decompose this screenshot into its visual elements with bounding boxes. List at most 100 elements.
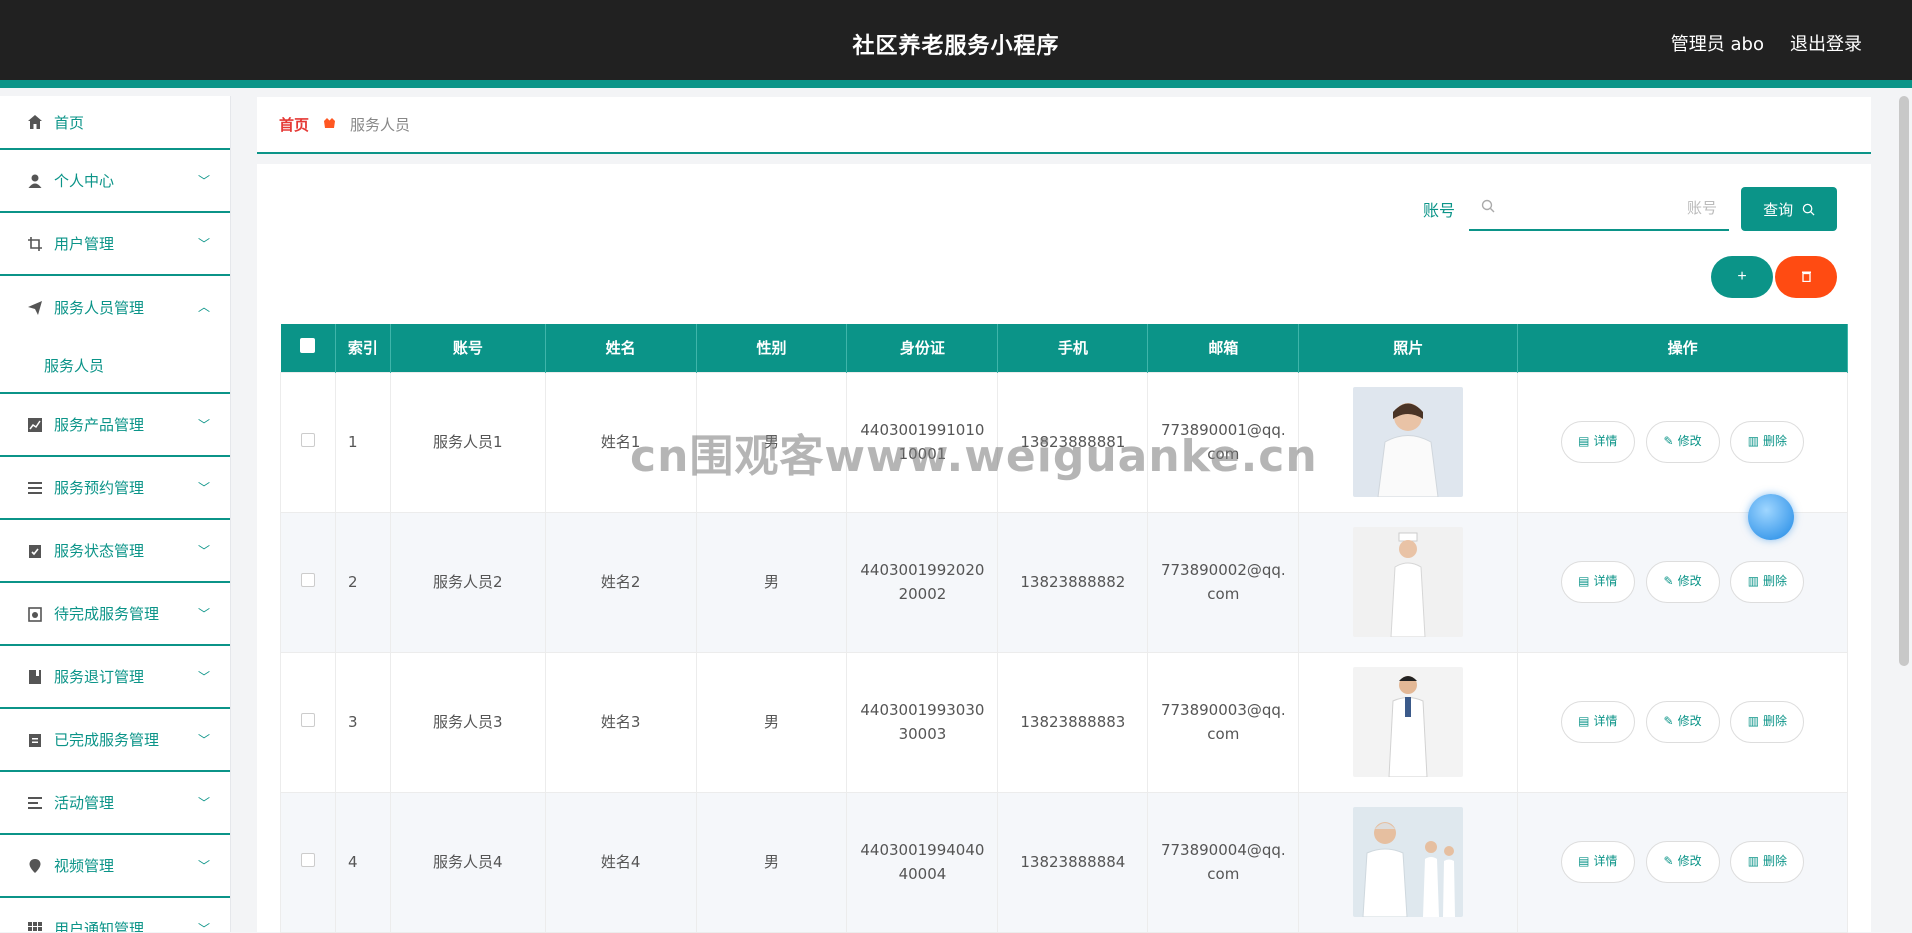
cell-photo [1298,371,1519,513]
sidebar-item-personal[interactable]: 个人中心 ﹀ [0,150,230,213]
sidebar-item-completed[interactable]: 已完成服务管理 ﹀ [0,709,230,772]
col-header: 照片 [1298,324,1519,372]
cell-id-card: 440300199202020002 [846,511,999,653]
detail-button[interactable]: ▤ 详情 [1560,561,1635,603]
add-button[interactable]: + [1711,256,1773,298]
col-header: 身份证 [846,324,999,372]
trash-icon: ▥ [1747,434,1760,449]
sidebar-item-label: 服务人员管理 [54,299,145,317]
query-button[interactable]: 查询 [1741,187,1837,231]
cell-id-card: 440300199303030003 [846,651,999,793]
cell-gender: 男 [695,651,848,793]
cell-photo [1298,651,1519,793]
edit-label: 修改 [1677,574,1702,589]
cell-email: 773890004@qq.com [1147,791,1300,933]
email-text: 773890004@qq.com [1160,841,1286,883]
book-icon [26,668,44,686]
edit-label: 修改 [1677,714,1702,729]
detail-button[interactable]: ▤ 详情 [1560,841,1635,883]
id-card-text: 440300199404040004 [860,841,985,883]
sidebar-item-pending[interactable]: 待完成服务管理 ﹀ [0,583,230,646]
delete-button[interactable]: ▥ 删除 [1730,561,1805,603]
cell-name: 姓名2 [544,511,697,653]
staff-photo[interactable] [1353,807,1464,917]
col-header: 性别 [696,324,848,372]
staff-photo[interactable] [1353,387,1464,497]
breadcrumb-current: 服务人员 [350,116,411,134]
sidebar-item-booking[interactable]: 服务预约管理 ﹀ [0,457,230,520]
sidebar-item-activity[interactable]: 活动管理 ﹀ [0,772,230,835]
admin-label[interactable]: 管理员 abo [1671,30,1764,56]
delete-label: 删除 [1763,714,1788,729]
detail-button[interactable]: ▤ 详情 [1560,421,1635,463]
detail-button[interactable]: ▤ 详情 [1560,701,1635,743]
cell-photo [1298,791,1519,933]
row-checkbox[interactable] [300,853,315,867]
sidebar-item-label: 用户管理 [54,235,115,253]
row-checkbox[interactable] [300,433,315,447]
chevron-down-icon: ﹀ [197,859,210,873]
sidebar-item-home[interactable]: 首页 [0,96,230,150]
col-header: 索引 [335,324,391,372]
cell-phone: 13823888884 [997,791,1149,933]
sidebar-item-cancel[interactable]: 服务退订管理 ﹀ [0,646,230,709]
sidebar: 首页 个人中心 ﹀ 用户管理 ﹀ 服务人员管理 ︿ 服务人员 服务产品管理 ﹀ … [0,96,231,932]
cell-account: 服务人员2 [389,511,546,653]
email-text: 773890003@qq.com [1160,701,1286,743]
detail-label: 详情 [1593,714,1618,729]
chevron-down-icon: ﹀ [197,418,210,432]
sidebar-item-products[interactable]: 服务产品管理 ﹀ [0,394,230,457]
sidebar-item-label: 服务产品管理 [54,416,145,434]
sidebar-item-label: 待完成服务管理 [54,605,160,623]
row-checkbox[interactable] [300,713,315,727]
table-row: 3 服务人员3 姓名3 男 440300199303030003 1382388… [280,651,1848,793]
detail-label: 详情 [1593,854,1618,869]
cell-id-card: 440300199404040004 [846,791,999,933]
sidebar-item-label: 已完成服务管理 [54,731,160,749]
pencil-icon: ✎ [1663,714,1674,729]
edit-button[interactable]: ✎ 修改 [1645,421,1720,463]
search-input[interactable] [1505,199,1717,217]
logout-button[interactable]: 退出登录 [1790,30,1862,56]
edit-button[interactable]: ✎ 修改 [1645,701,1720,743]
cell-gender: 男 [695,511,848,653]
floating-assistant-button[interactable] [1748,494,1794,540]
send-icon [26,299,44,317]
batch-delete-button[interactable] [1775,256,1837,298]
document-icon: ▤ [1578,574,1590,589]
document-icon: ▤ [1578,854,1590,869]
edit-button[interactable]: ✎ 修改 [1645,841,1720,883]
row-select-cell [280,791,336,933]
sidebar-subitem-staff[interactable]: 服务人员 [0,339,230,394]
chevron-down-icon: ﹀ [197,607,210,621]
scrollbar[interactable] [1899,96,1909,666]
delete-button[interactable]: ▥ 删除 [1730,701,1805,743]
cell-index: 2 [334,511,391,653]
sidebar-item-status[interactable]: 服务状态管理 ﹀ [0,520,230,583]
col-header: 手机 [997,324,1149,372]
breadcrumb-home[interactable]: 首页 [279,114,309,135]
delete-label: 删除 [1763,854,1788,869]
sidebar-item-staff[interactable]: 服务人员管理 ︿ [0,276,230,339]
staff-photo[interactable] [1353,527,1464,637]
sidebar-item-notice[interactable]: 用户通知管理 ﹀ [0,898,230,932]
document-icon: ▤ [1578,434,1590,449]
edit-button[interactable]: ✎ 修改 [1645,561,1720,603]
col-header: 操作 [1517,324,1848,372]
cell-email: 773890001@qq.com [1147,371,1300,513]
row-checkbox[interactable] [300,573,315,587]
delete-button[interactable]: ▥ 删除 [1730,841,1805,883]
cell-ops: ▤ 详情 ✎ 修改 ▥ 删除 [1517,371,1848,513]
sidebar-item-label: 服务退订管理 [54,668,145,686]
detail-label: 详情 [1593,434,1618,449]
delete-button[interactable]: ▥ 删除 [1730,421,1805,463]
clipboard-clock-icon [26,605,44,623]
select-all-checkbox[interactable] [300,338,316,354]
edit-label: 修改 [1677,854,1702,869]
chevron-down-icon: ﹀ [197,733,210,747]
sidebar-item-users[interactable]: 用户管理 ﹀ [0,213,230,276]
sidebar-item-video[interactable]: 视频管理 ﹀ [0,835,230,898]
query-button-label: 查询 [1763,200,1794,219]
staff-photo[interactable] [1353,667,1464,777]
cell-account: 服务人员4 [389,791,546,933]
